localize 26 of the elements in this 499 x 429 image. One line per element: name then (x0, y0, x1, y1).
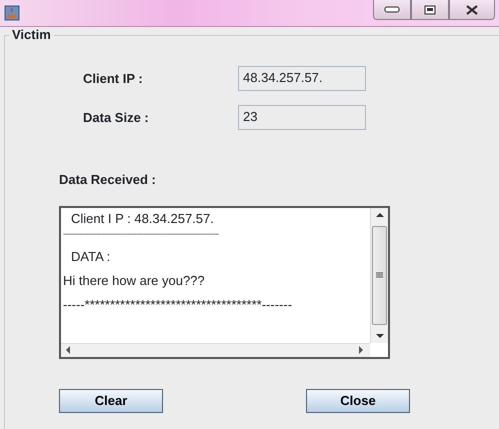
scroll-left-icon[interactable] (65, 346, 70, 354)
section-label: Data Received : (59, 171, 157, 189)
field-label: Client IP : (83, 70, 144, 88)
scroll-right-icon[interactable] (359, 346, 364, 354)
maximize-button[interactable] (411, 0, 449, 20)
minimize-icon (384, 6, 400, 14)
scroll-up-icon[interactable] (376, 212, 384, 218)
grip-icon (376, 272, 383, 278)
scroll-down-icon[interactable] (376, 332, 384, 338)
vertical-scrollbar[interactable] (370, 208, 388, 342)
scroll-thumb[interactable] (372, 226, 387, 324)
minimize-button[interactable] (373, 0, 411, 20)
text-line: Client I P : 48.34.257.57. (70, 210, 215, 228)
horizontal-scrollbar[interactable] (61, 342, 370, 356)
text-line: -----***********************************------- (63, 296, 294, 314)
text-line: DATA : (70, 248, 112, 266)
text-line: Hi there how are you??? (63, 272, 206, 290)
push-button[interactable]: Clear (59, 388, 163, 412)
app-icon (4, 5, 20, 21)
close-icon (465, 4, 479, 14)
push-button[interactable]: Close (306, 388, 410, 412)
maximize-icon (424, 4, 436, 14)
text-field[interactable]: 48.34.257.57. (238, 66, 366, 91)
close-button[interactable] (449, 0, 495, 20)
text-field[interactable]: 23 (238, 105, 366, 130)
field-label: Data Size : (83, 108, 150, 127)
